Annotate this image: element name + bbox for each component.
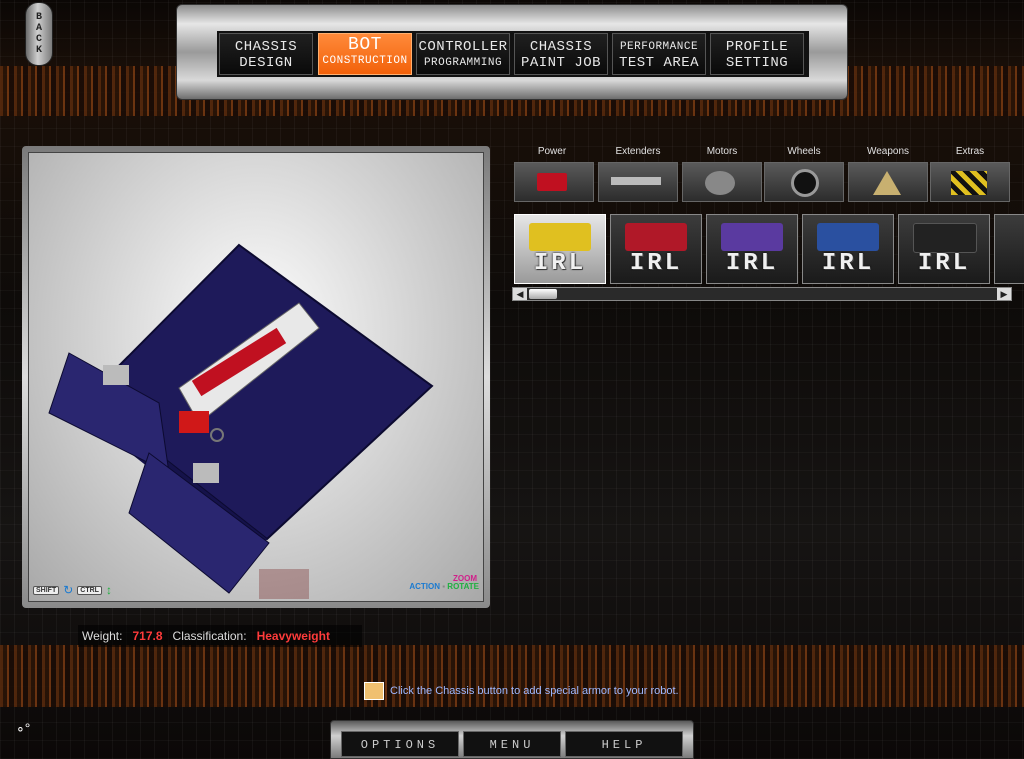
back-letter: A	[35, 23, 42, 34]
action-label: ACTION	[409, 582, 440, 591]
camera-controls-right: ACTION ▪ ROTATE	[409, 582, 479, 591]
category-power-button[interactable]	[514, 162, 594, 202]
part-brand-label: IRL	[821, 250, 875, 277]
category-label-weapons: Weapons	[866, 146, 910, 157]
extender-bar-icon	[611, 177, 661, 185]
tab-label: PAINT JOB	[520, 55, 602, 71]
help-button[interactable]: HELP	[565, 731, 683, 757]
tab-controller-programming[interactable]: CONTROLLER PROGRAMMING	[416, 33, 510, 75]
battery-part-icon	[817, 223, 879, 251]
tab-label: PROFILE	[725, 39, 789, 55]
part-item[interactable]: IRL	[706, 214, 798, 284]
tab-performance-test-area[interactable]: PERFORMANCE TEST AREA	[612, 33, 706, 75]
tab-label: CHASSIS	[529, 39, 593, 55]
camera-controls-left: SHIFT ↻ CTRL ↕	[33, 583, 112, 597]
part-item[interactable]: IRL	[802, 214, 894, 284]
part-brand-label: IRL	[533, 250, 587, 277]
tab-chassis-design[interactable]: CHASSIS DESIGN	[219, 33, 313, 75]
category-extras-button[interactable]	[930, 162, 1010, 202]
tab-chassis-paint-job[interactable]: CHASSIS PAINT JOB	[514, 33, 608, 75]
back-letter: B	[35, 12, 42, 23]
robot-model	[48, 243, 434, 594]
part-item[interactable]: IRL	[610, 214, 702, 284]
category-extenders-button[interactable]	[598, 162, 678, 202]
hazard-stripes-icon	[951, 171, 987, 195]
category-motors-button[interactable]	[682, 162, 762, 202]
part-item[interactable]: IRL	[898, 214, 990, 284]
robot-stats: Weight: 717.8 Classification: Heavyweigh…	[78, 625, 362, 647]
classification-label: Classification:	[172, 629, 247, 643]
tab-label: SETTING	[725, 55, 789, 71]
hint-icon	[364, 682, 384, 700]
battery-part-icon	[529, 223, 591, 251]
part-brand-label: IRL	[629, 250, 683, 277]
weight-label: Weight:	[82, 629, 123, 643]
menu-button[interactable]: MENU	[463, 731, 561, 757]
back-button[interactable]: B A C K	[25, 2, 53, 66]
back-letter: K	[35, 45, 42, 56]
back-letter: C	[35, 34, 42, 45]
tab-label: PERFORMANCE	[619, 41, 699, 53]
wheel-icon	[791, 169, 819, 197]
part-brand-label: IRL	[917, 250, 971, 277]
options-button[interactable]: OPTIONS	[341, 731, 459, 757]
weight-value: 717.8	[132, 629, 163, 643]
tab-label: TEST AREA	[618, 55, 700, 71]
part-preview-thumbnail	[259, 569, 309, 599]
tab-label: BOT	[348, 35, 382, 55]
vertical-arrows-icon: ↕	[105, 583, 112, 597]
hint-text: Click the Chassis button to add special …	[390, 685, 679, 697]
tab-profile-setting[interactable]: PROFILE SETTING	[710, 33, 804, 75]
scroll-left-arrow-icon[interactable]: ◀	[513, 288, 527, 300]
category-label-extras: Extras	[955, 146, 985, 157]
classification-value: Heavyweight	[256, 629, 330, 643]
battery-part-icon	[721, 223, 783, 251]
wheel-mount-front	[103, 365, 129, 385]
ctrl-key-label: CTRL	[77, 585, 102, 595]
part-brand-label: IRL	[725, 250, 779, 277]
loading-spinner-icon: ∘°	[16, 720, 31, 736]
battery-part-icon	[625, 223, 687, 251]
shift-key-label: SHIFT	[33, 585, 60, 595]
part-item[interactable]: IRL	[514, 214, 606, 284]
rotate-label: ROTATE	[447, 582, 479, 591]
hint-bar: Click the Chassis button to add special …	[364, 682, 679, 700]
category-wheels-button[interactable]	[764, 162, 844, 202]
battery-part-icon	[913, 223, 977, 253]
weapon-blade-icon	[873, 171, 901, 195]
tab-bot-construction[interactable]: BOT CONSTRUCTION	[318, 33, 412, 75]
viewport-screen[interactable]: SHIFT ↻ CTRL ↕ ZOOM ACTION ▪ ROTATE	[28, 152, 484, 602]
rotate-icon: ↻	[63, 583, 74, 597]
category-label-motors: Motors	[706, 146, 738, 157]
robot-3d-viewport[interactable]: SHIFT ↻ CTRL ↕ ZOOM ACTION ▪ ROTATE	[22, 146, 490, 608]
motor-part	[179, 411, 209, 433]
bottom-menu-bar: OPTIONS MENU HELP	[330, 720, 694, 759]
category-label-wheels: Wheels	[787, 146, 821, 157]
parts-list: IRL IRL IRL IRL IRL	[512, 214, 1024, 286]
scroll-thumb[interactable]	[529, 289, 557, 299]
motor-icon	[705, 171, 735, 195]
category-label-extenders: Extenders	[615, 146, 661, 157]
category-weapons-button[interactable]	[848, 162, 928, 202]
mouse-icon: ▪	[442, 582, 446, 591]
wheel-mount-rear	[193, 463, 219, 483]
scroll-right-arrow-icon[interactable]: ▶	[997, 288, 1011, 300]
part-item[interactable]	[994, 214, 1024, 284]
parts-scrollbar[interactable]: ◀ ▶	[512, 287, 1012, 301]
main-tab-bar: CHASSIS DESIGN BOT CONSTRUCTION CONTROLL…	[176, 4, 848, 100]
tab-label: CONTROLLER	[418, 39, 508, 55]
tab-label: CHASSIS	[234, 39, 298, 55]
tab-label: CONSTRUCTION	[322, 55, 408, 67]
battery-icon	[537, 173, 567, 191]
tab-label: DESIGN	[239, 55, 293, 71]
category-label-power: Power	[537, 146, 567, 157]
tab-label: PROGRAMMING	[423, 57, 503, 69]
